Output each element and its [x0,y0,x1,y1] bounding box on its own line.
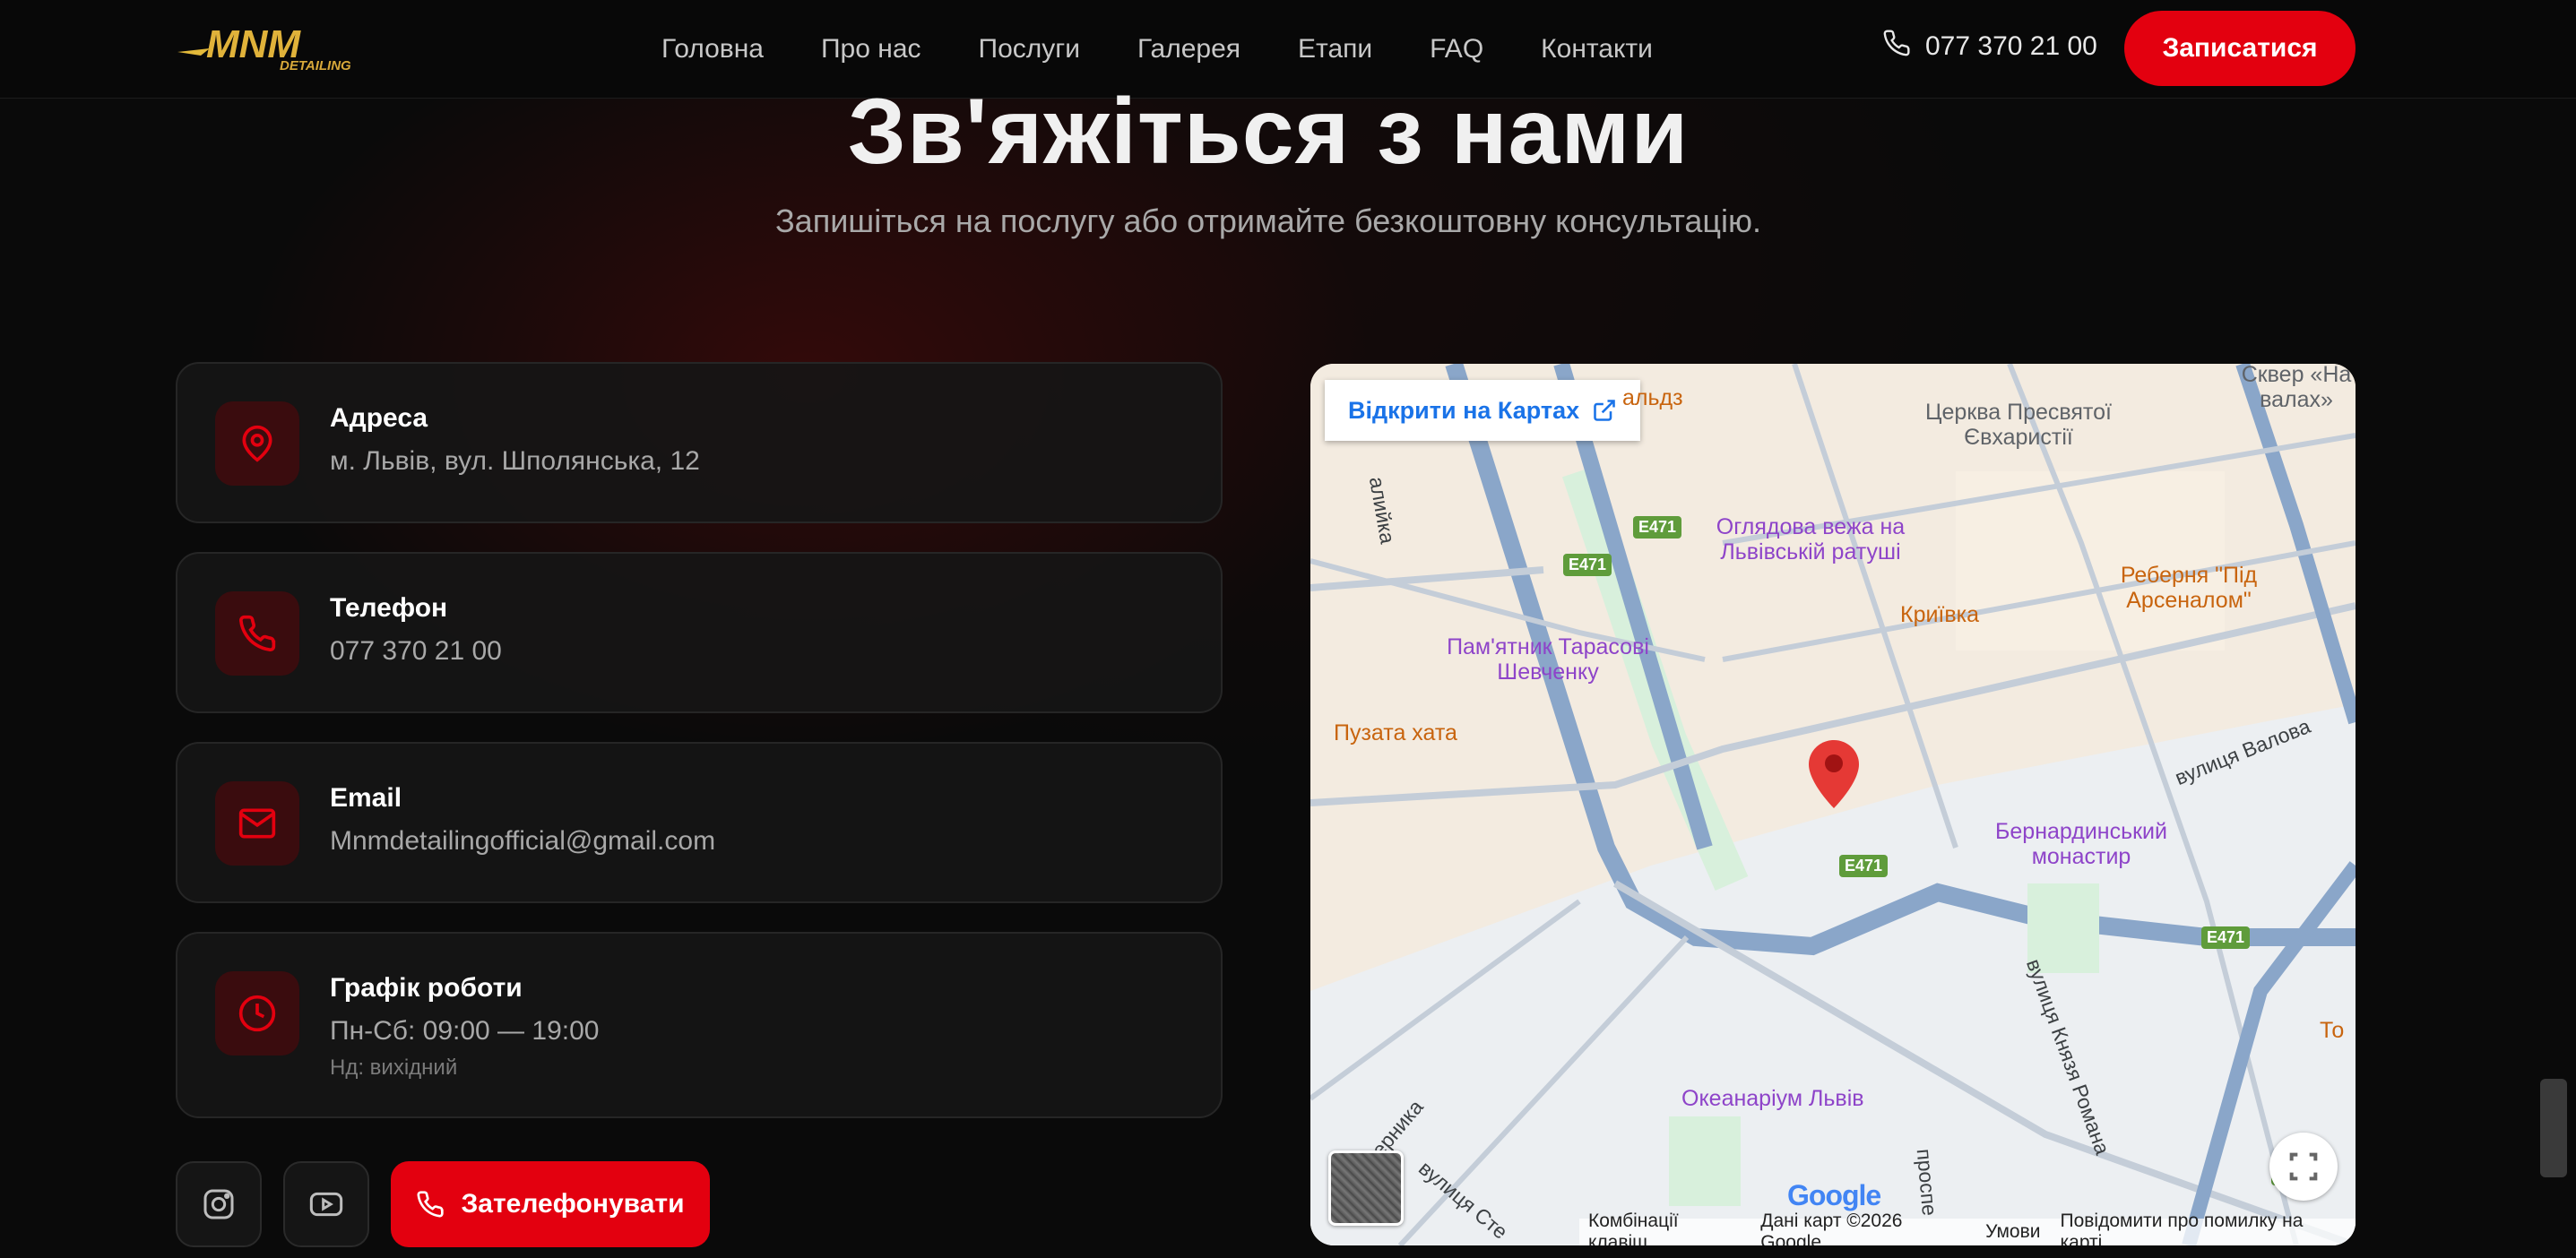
road-badge: E471 [1839,855,1889,877]
phone-card: Телефон 077 370 21 00 [176,552,1223,713]
map-poi-tower[interactable]: Оглядова вежа на Львівській ратуші [1694,514,1927,564]
instagram-icon [203,1189,234,1219]
phone-icon [215,591,299,676]
clock-icon [215,971,299,1056]
instagram-button[interactable] [176,1161,262,1247]
google-map[interactable]: Відкрити на Картах альдз Церква Пресвято… [1310,364,2356,1245]
map-marker-icon[interactable] [1809,740,1859,808]
header-phone[interactable]: 077 370 21 00 [1882,29,2097,65]
open-in-maps-label: Відкрити на Картах [1348,396,1580,424]
email-value[interactable]: Mnmdetailingofficial@gmail.com [330,826,715,857]
email-card: Email Mnmdetailingofficial@gmail.com [176,742,1223,903]
map-poi-right: То [2320,1018,2345,1043]
expand-icon [2289,1152,2318,1181]
youtube-icon [309,1192,343,1217]
address-value: м. Львів, вул. Шполянська, 12 [330,446,700,476]
fullscreen-button[interactable] [2269,1133,2338,1201]
phone-icon [417,1191,445,1218]
logo[interactable]: MNM DETAILING [174,22,416,73]
nav-contacts[interactable]: Контакти [1541,34,1653,65]
road-badge: E471 [1563,554,1612,576]
address-card: Адреса м. Львів, вул. Шполянська, 12 [176,362,1223,523]
map-poi-kryivka[interactable]: Криївка [1900,602,1979,627]
satellite-toggle[interactable] [1328,1150,1404,1226]
address-label: Адреса [330,403,428,433]
map-poi-rebernia[interactable]: Реберня "Під Арсеналом" [2099,563,2278,613]
phone-label: Телефон [330,593,448,623]
header-phone-number: 077 370 21 00 [1925,31,2097,61]
road-badge: E471 [1633,516,1682,539]
youtube-button[interactable] [283,1161,369,1247]
keyboard-shortcuts-link[interactable]: Комбінації клавіш [1588,1211,1741,1245]
nav-stages[interactable]: Етапи [1298,34,1372,65]
report-error-link[interactable]: Повідомити про помилку на карті [2060,1211,2347,1245]
call-button-label: Зателефонувати [461,1189,685,1219]
map-poi-bernardine[interactable]: Бернардинський монастир [1974,819,2189,869]
call-button[interactable]: Зателефонувати [391,1161,710,1247]
terms-link[interactable]: Умови [1985,1221,2040,1243]
nav-about[interactable]: Про нас [821,34,921,65]
map-pin-icon [215,401,299,486]
map-data-credit: Дані карт ©2026 Google [1760,1211,1903,1245]
signup-button[interactable]: Записатися [2124,11,2356,86]
open-in-maps-link[interactable]: Відкрити на Картах [1325,380,1641,441]
hours-value: Пн-Сб: 09:00 — 19:00 [330,1016,600,1046]
phone-value[interactable]: 077 370 21 00 [330,636,502,667]
road-badge: E471 [2201,926,2251,949]
map-poi-shop: альдз [1622,385,1683,410]
map-poi-monument[interactable]: Пам'ятник Тарасові Шевченку [1427,634,1669,685]
map-poi-church[interactable]: Церква Пресвятої Євхаристії [1911,400,2126,450]
nav-gallery[interactable]: Галерея [1137,34,1240,65]
nav-faq[interactable]: FAQ [1430,34,1483,65]
hours-card: Графік роботи Пн-Сб: 09:00 — 19:00 Нд: в… [176,932,1223,1118]
page-title: Зв'яжіться з нами [847,80,1690,184]
external-link-icon [1594,400,1615,421]
hours-label: Графік роботи [330,973,523,1003]
map-poi-puzata[interactable]: Пузата хата [1334,720,1457,745]
mail-icon [215,781,299,866]
scrollbar-thumb[interactable] [2540,1079,2567,1177]
nav-services[interactable]: Послуги [979,34,1080,65]
nav-home[interactable]: Головна [661,34,764,65]
map-poi-skver[interactable]: Сквер «На валах» [2225,364,2356,412]
phone-icon [1882,29,1911,65]
hours-note: Нд: вихідний [330,1056,458,1080]
logo-subtext: DETAILING [280,58,351,73]
map-poi-oceanarium[interactable]: Океанаріум Львів [1681,1086,1864,1111]
map-footer: Комбінації клавіш Дані карт ©2026 Google… [1579,1211,2356,1245]
page-subtitle: Запишіться на послугу або отримайте безк… [774,202,1762,239]
google-logo: Google [1787,1179,1881,1211]
email-label: Email [330,783,402,813]
